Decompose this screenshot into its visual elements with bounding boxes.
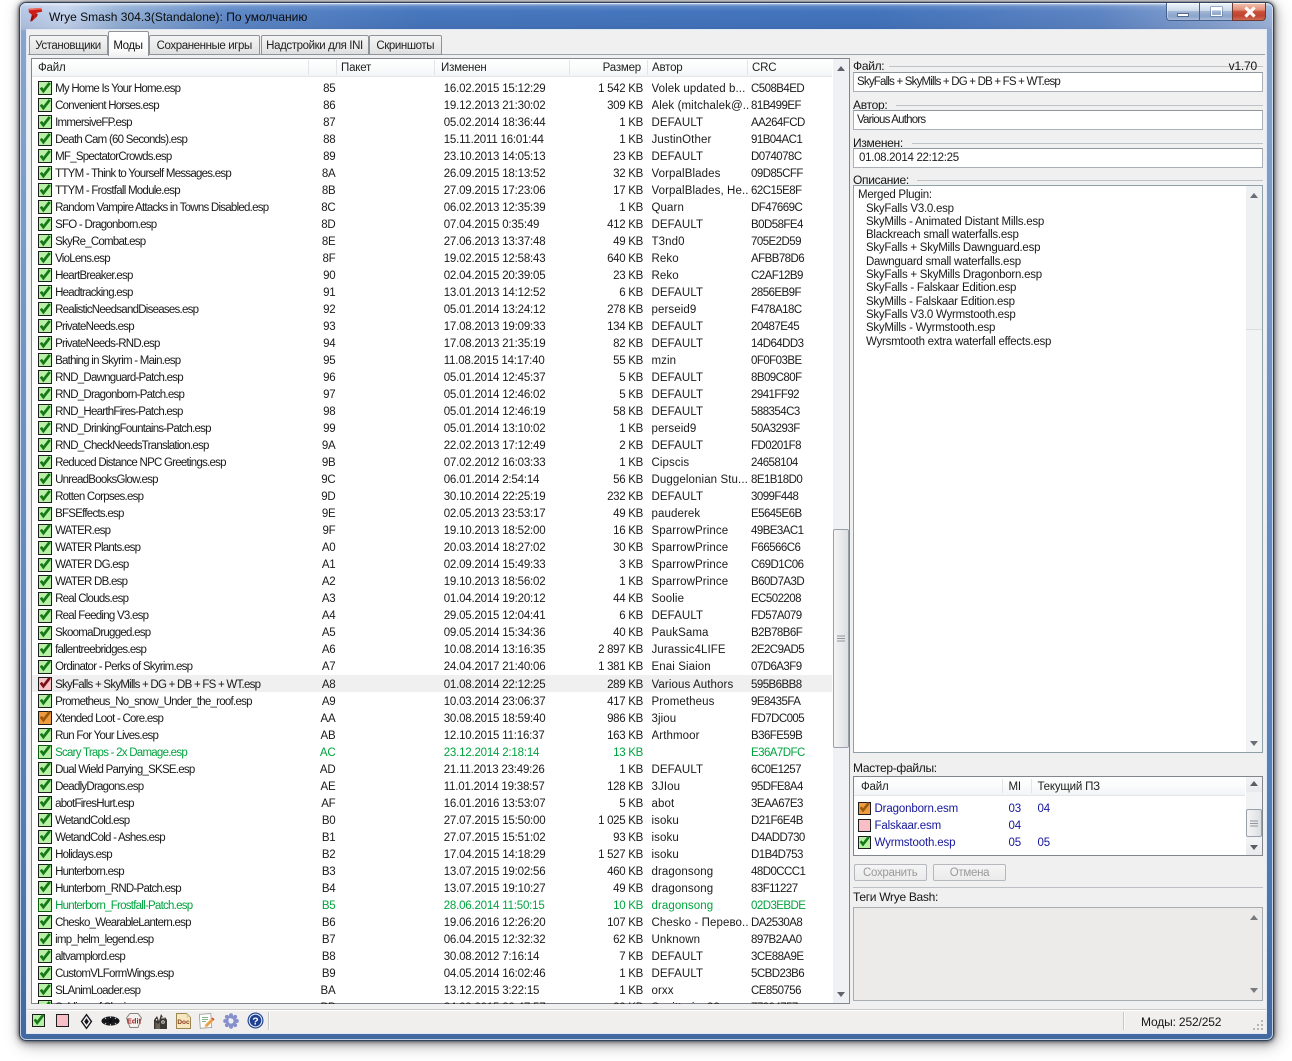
svg-text:?: ?: [252, 1015, 258, 1027]
svg-text:Doc: Doc: [177, 1019, 190, 1026]
svg-text:Edit: Edit: [127, 1017, 142, 1026]
